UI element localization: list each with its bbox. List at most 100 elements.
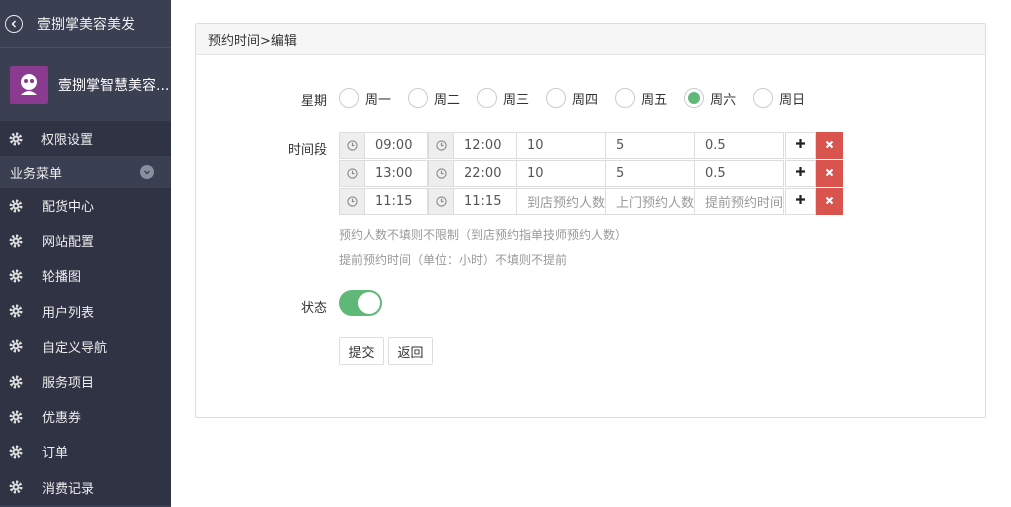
sidebar-item-3[interactable]: 用户列表 bbox=[0, 293, 171, 329]
sidebar-item-label: 轮播图 bbox=[42, 270, 82, 286]
sidebar-item-label: 配货中心 bbox=[42, 200, 95, 216]
user-name: 壹捌掌智慧美容... bbox=[58, 77, 168, 94]
sidebar-item-label: 用户列表 bbox=[42, 305, 95, 321]
sidebar-item-label: 订单 bbox=[42, 446, 69, 462]
add-slot-button[interactable] bbox=[785, 132, 816, 159]
sidebar-item-4[interactable]: 自定义导航 bbox=[0, 328, 171, 364]
radio-button[interactable] bbox=[546, 88, 567, 108]
status-toggle[interactable] bbox=[339, 290, 382, 316]
clock-icon bbox=[339, 160, 365, 187]
add-slot-button[interactable] bbox=[785, 188, 816, 215]
visit-reservation-input[interactable]: 5 bbox=[606, 132, 695, 159]
radio-dot bbox=[688, 92, 701, 104]
back-button[interactable]: 返回 bbox=[388, 337, 433, 365]
sidebar-item-0[interactable]: 配货中心 bbox=[0, 188, 171, 224]
delete-slot-button[interactable] bbox=[816, 188, 843, 215]
time-slots: 09:00 12:00 10 5 0.5 13:00 22:00 10 5 0.5 11:15 11:… bbox=[339, 132, 843, 216]
delete-slot-button[interactable] bbox=[816, 132, 843, 159]
weekday-option[interactable]: 周日 bbox=[753, 88, 805, 108]
store-reservation-input[interactable]: 到店预约人数 bbox=[517, 188, 606, 215]
end-time-input[interactable]: 22:00 bbox=[454, 160, 517, 187]
sidebar: 壹捌掌美容美发 壹捌掌智慧美容... 权限设置 业务菜单 配货中心网站配置轮播图… bbox=[0, 0, 171, 507]
sidebar-item-5[interactable]: 服务项目 bbox=[0, 363, 171, 400]
close-icon bbox=[825, 138, 834, 153]
weekday-option[interactable]: 周四 bbox=[546, 88, 598, 108]
sidebar-item-6[interactable]: 优惠券 bbox=[0, 399, 171, 435]
sidebar-item-label: 网站配置 bbox=[42, 235, 95, 251]
submit-button[interactable]: 提交 bbox=[339, 337, 384, 365]
plus-icon bbox=[795, 138, 806, 153]
clock-icon bbox=[339, 188, 365, 215]
weekday-radio-group: 周一 周二 周三 周四 周五 周六 周日 bbox=[339, 88, 822, 108]
sidebar-item-label: 自定义导航 bbox=[42, 340, 108, 356]
hint-advance-time: 提前预约时间（单位：小时）不填则不提前 bbox=[339, 253, 568, 267]
visit-reservation-input[interactable]: 5 bbox=[606, 160, 695, 187]
sidebar-item-1[interactable]: 网站配置 bbox=[0, 223, 171, 259]
radio-button[interactable] bbox=[615, 88, 636, 108]
gear-icon bbox=[9, 480, 23, 494]
advance-time-input[interactable]: 0.5 bbox=[695, 160, 784, 187]
radio-button[interactable] bbox=[339, 88, 359, 108]
time-slot-row: 09:00 12:00 10 5 0.5 bbox=[339, 132, 843, 160]
delete-slot-button[interactable] bbox=[816, 160, 843, 187]
weekday-option[interactable]: 周六 bbox=[684, 88, 736, 108]
weekday-option[interactable]: 周五 bbox=[615, 88, 667, 108]
weekday-option-label: 周五 bbox=[641, 92, 668, 108]
weekday-label: 星期 bbox=[300, 94, 327, 109]
gear-icon bbox=[9, 269, 23, 283]
sidebar-item-label: 服务项目 bbox=[42, 376, 95, 392]
store-reservation-input[interactable]: 10 bbox=[517, 160, 606, 187]
user-info: 壹捌掌智慧美容... bbox=[0, 48, 171, 121]
back-icon[interactable] bbox=[5, 14, 23, 33]
time-slot-row: 13:00 22:00 10 5 0.5 bbox=[339, 160, 843, 188]
gear-icon bbox=[9, 234, 23, 248]
end-time-input[interactable]: 11:15 bbox=[454, 188, 517, 215]
sidebar-group-label: 业务菜单 bbox=[10, 166, 63, 182]
weekday-option[interactable]: 周二 bbox=[408, 88, 460, 108]
advance-time-input[interactable]: 0.5 bbox=[695, 132, 784, 159]
plus-icon bbox=[795, 194, 806, 209]
radio-button[interactable] bbox=[477, 88, 498, 108]
weekday-option-label: 周四 bbox=[572, 92, 599, 108]
close-icon bbox=[825, 194, 834, 209]
end-time-input[interactable]: 12:00 bbox=[454, 132, 517, 159]
status-label: 状态 bbox=[300, 301, 327, 316]
store-reservation-input[interactable]: 10 bbox=[517, 132, 606, 159]
start-time-input[interactable]: 11:15 bbox=[365, 188, 428, 215]
sidebar-item-7[interactable]: 订单 bbox=[0, 434, 171, 470]
sidebar-item-2[interactable]: 轮播图 bbox=[0, 258, 171, 294]
plus-icon bbox=[795, 166, 806, 181]
weekday-option-label: 周六 bbox=[710, 92, 737, 108]
sidebar-header: 壹捌掌美容美发 bbox=[0, 0, 171, 48]
sidebar-item-label: 权限设置 bbox=[41, 133, 94, 148]
sidebar-item-permissions[interactable]: 权限设置 bbox=[0, 121, 171, 156]
start-time-input[interactable]: 13:00 bbox=[365, 160, 428, 187]
weekday-option[interactable]: 周一 bbox=[339, 88, 391, 108]
clock-icon bbox=[339, 132, 365, 159]
advance-time-input[interactable]: 提前预约时间 bbox=[695, 188, 784, 215]
gear-icon bbox=[9, 375, 23, 389]
sidebar-group-business[interactable]: 业务菜单 bbox=[0, 156, 171, 188]
add-slot-button[interactable] bbox=[785, 160, 816, 187]
time-slot-row: 11:15 11:15 到店预约人数 上门预约人数 提前预约时间 bbox=[339, 188, 843, 216]
hint-reservation-count: 预约人数不填则不限制（到店预约指单技师预约人数） bbox=[339, 228, 628, 242]
clock-icon bbox=[428, 132, 454, 159]
radio-button[interactable] bbox=[408, 88, 429, 108]
weekday-option-label: 周三 bbox=[503, 92, 530, 108]
chevron-down-icon bbox=[140, 165, 154, 179]
clock-icon bbox=[428, 160, 454, 187]
gear-icon bbox=[9, 339, 23, 353]
clock-icon bbox=[428, 188, 454, 215]
gear-icon bbox=[9, 199, 23, 213]
start-time-input[interactable]: 09:00 bbox=[365, 132, 428, 159]
weekday-option-label: 周一 bbox=[365, 92, 392, 108]
weekday-option-label: 周日 bbox=[779, 92, 806, 108]
visit-reservation-input[interactable]: 上门预约人数 bbox=[606, 188, 695, 215]
app-title: 壹捌掌美容美发 bbox=[37, 16, 135, 33]
radio-button[interactable] bbox=[684, 88, 705, 108]
avatar bbox=[10, 65, 48, 104]
gear-icon bbox=[9, 304, 23, 318]
sidebar-item-8[interactable]: 消费记录 bbox=[0, 469, 171, 505]
radio-button[interactable] bbox=[753, 88, 774, 108]
weekday-option[interactable]: 周三 bbox=[477, 88, 529, 108]
